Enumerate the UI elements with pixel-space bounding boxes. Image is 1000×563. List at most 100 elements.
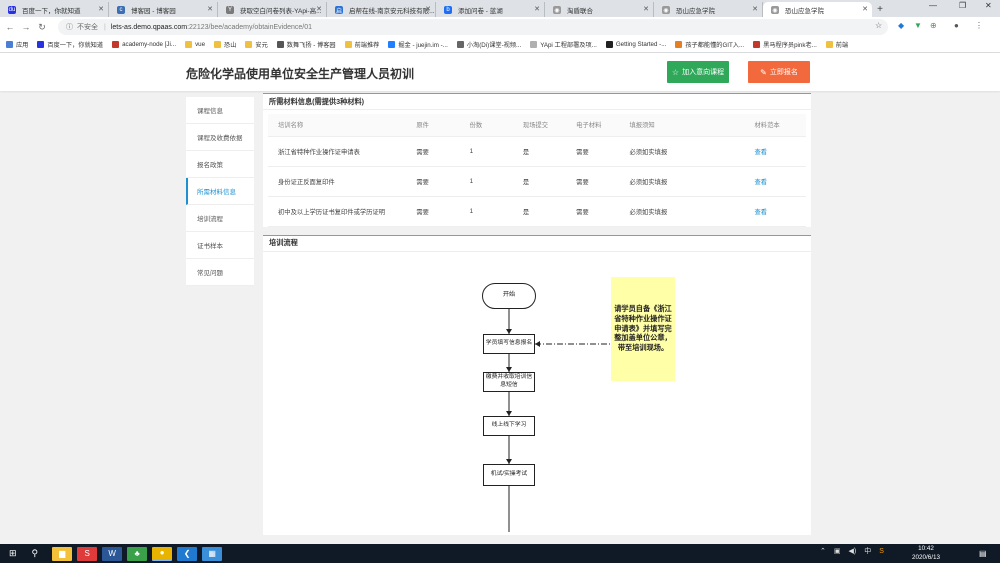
apply-now-button[interactable]: ✎ 立即报名 [748,61,810,83]
bookmark-item[interactable]: 黑马程序员pink老... [753,40,817,49]
view-sample-link[interactable]: 查看 [744,136,806,167]
browser-tab[interactable]: b 添加问卷 - 蓝湖 ✕ [436,2,545,17]
bookmark-item[interactable]: 前端推荐 [344,40,379,49]
materials-title: 所需材料信息(需提供3种材料) [263,94,811,110]
table-cell: 需要 [566,166,620,197]
bookmark-item[interactable]: 应用 [6,40,28,49]
bookmark-icon [276,41,284,48]
browser-tab[interactable]: ◉ 恐山应急学院 ✕ [763,2,872,17]
table-cell: 需要 [406,136,460,167]
bookmark-star-icon[interactable]: ☆ [875,21,882,30]
close-window-button[interactable]: ✕ [985,1,992,10]
volume-icon[interactable]: ◀) [849,547,857,555]
bookmark-item[interactable]: 掘金 - juejin.im -... [388,40,448,49]
sogou-tray-icon[interactable]: S [879,548,884,555]
sidebar-item[interactable]: 证书样本 [186,232,254,259]
bookmark-label: YApi 工程部署及项... [540,42,597,49]
browser-tab[interactable]: du 百度一下，你就知道 ✕ [0,2,109,17]
tab-close-icon[interactable]: ✕ [534,5,540,13]
tab-close-icon[interactable]: ✕ [643,5,649,13]
join-course-button[interactable]: ☆ 加入意向课程 [667,61,729,83]
sidebar-item[interactable]: 所需材料信息 [186,178,254,205]
tab-close-icon[interactable]: ✕ [316,5,322,13]
extension-2-icon[interactable]: ⊕ [930,21,937,30]
word-icon[interactable]: W [102,546,123,561]
chrome-icon[interactable]: ● [152,546,173,561]
reload-icon[interactable]: ↻ [34,22,50,33]
bookmark-item[interactable]: 数舞飞扬 - 博客园 [276,40,336,49]
browser-tab[interactable]: 启启帮在线-南京安元科技有限... ✕ [327,2,436,17]
notifications-icon[interactable]: ▤ [979,549,987,558]
join-course-label: 加入意向课程 [682,69,725,76]
tab-close-icon[interactable]: ✕ [425,5,431,13]
url-bar[interactable]: ⓘ 不安全 | lets-as.demo.qpaas.com :22123/be… [58,19,888,35]
sogou-icon[interactable]: S [77,546,98,561]
tab-title: 恐山应急学院 [676,7,715,15]
table-cell: 1 [459,166,513,197]
tab-title: 添加问卷 - 蓝湖 [458,7,503,15]
tab-close-icon[interactable]: ✕ [752,5,758,13]
browser-tab[interactable]: c 博客园 - 博客园 ✕ [109,2,218,17]
table-cell: 身份证正反面复印件 [268,166,407,197]
flow-note-arrow [535,340,540,347]
bookmark-item[interactable]: Getting Started -... [605,41,666,48]
sidebar-item[interactable]: 课程信息 [186,97,254,124]
bookmark-item[interactable]: 安元 [245,40,268,49]
edit-icon: ✎ [760,67,767,77]
bookmark-icon [675,41,683,48]
new-tab-button[interactable]: + [872,2,888,17]
flow-note: 请学员自备《浙江省特种作业操作证申请表》并填写完整加盖单位公章，带至培训现场。 [611,276,675,381]
bookmark-item[interactable]: YApi 工程部署及项... [530,40,597,49]
flow-step-node: 学员填写信息报名 [483,333,535,354]
table-header-row: 培训名称 原件 份数 现场提交 电子材料 填报须知 材料范本 [268,114,806,137]
info-icon[interactable]: ⓘ [66,22,73,32]
table-cell: 是 [512,196,567,227]
windows-start-icon[interactable]: ⊞ [9,548,17,559]
bookmark-item[interactable]: academy-node [Ji... [112,41,176,48]
forward-arrow-icon[interactable]: → [18,22,34,32]
tab-title: 淘盾联合 [567,7,593,15]
ime-indicator[interactable]: 中 [864,546,871,556]
bookmark-item[interactable]: 前端 [825,40,848,49]
bookmark-icon [530,41,538,48]
tab-title: 获取空白问卷列表-YApi-高... [240,7,322,15]
bookmark-item[interactable]: vue [185,41,205,48]
materials-table: 培训名称 原件 份数 现场提交 电子材料 填报须知 材料范本 浙江省特种作业操作证申请表 需要… [268,114,806,227]
back-arrow-icon[interactable]: ← [2,22,18,32]
sidebar-item[interactable]: 常见问题 [186,259,254,286]
app-icon[interactable]: ▦ [202,546,223,561]
tab-close-icon[interactable]: ✕ [862,5,868,13]
sidebar-item[interactable]: 课程及收费依据 [186,124,254,151]
vscode-icon[interactable]: ❮ [177,546,198,561]
game-icon[interactable]: ♣ [127,546,148,561]
tab-close-icon[interactable]: ✕ [98,5,104,13]
tray-up-icon[interactable]: ⌃ [820,547,826,555]
browser-tab[interactable]: ◉ 恐山应急学院 ✕ [654,2,763,17]
network-icon[interactable]: ▣ [834,547,841,555]
view-sample-link[interactable]: 查看 [744,196,806,227]
tab-close-icon[interactable]: ✕ [207,5,213,13]
search-icon[interactable]: ⚲ [32,548,39,559]
extension-icon[interactable]: ◆ [898,21,904,30]
file-explorer-icon[interactable]: ▆ [52,546,73,561]
bookmark-item[interactable]: 孩子都能懂的GIT入... [675,40,744,49]
menu-kebab-icon[interactable]: ⋮ [975,21,983,30]
browser-tab[interactable]: ◉ 淘盾联合 ✕ [545,2,654,17]
profile-avatar-icon[interactable]: ● [954,21,959,30]
view-sample-link[interactable]: 查看 [744,166,806,197]
bookmark-item[interactable]: 恐山 [214,40,236,49]
browser-tab[interactable]: Y 获取空白问卷列表-YApi-高... ✕ [218,2,327,17]
sidebar-item[interactable]: 报名政策 [186,151,254,178]
sidebar-item[interactable]: 培训流程 [186,205,254,232]
minimize-button[interactable]: — [929,1,937,10]
table-cell: 需要 [566,196,620,227]
taskbar-apps: ▆ S W ♣ ● ❮ ▦ [52,546,227,561]
clock[interactable]: 10:42 2020/6/13 [912,545,940,562]
table-cell: 是 [512,136,567,167]
bookmark-item[interactable]: 小淘(Di)课堂-视频... [456,40,521,49]
tab-favicon-icon: Y [226,6,234,14]
maximize-button[interactable]: ❐ [959,1,966,10]
vue-devtools-icon[interactable]: ▼ [914,21,922,30]
bookmark-item[interactable]: 百度一下，你就知道 [37,40,103,49]
table-cell: 必须如实填报 [619,196,745,227]
